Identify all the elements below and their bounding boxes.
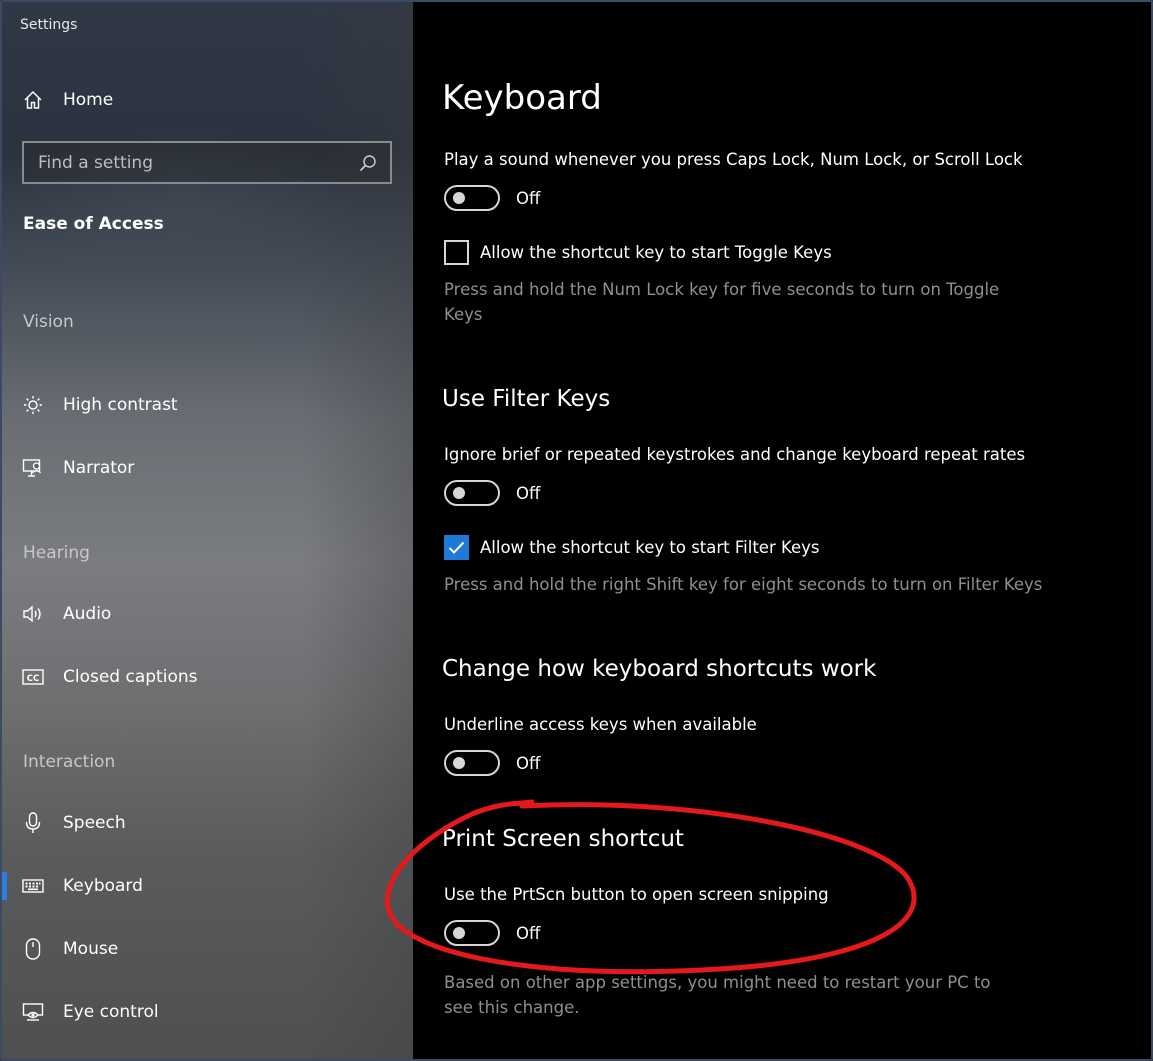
sidebar-item-label: High contrast xyxy=(63,395,178,415)
filter-keys-shortcut-description: Press and hold the right Shift key for e… xyxy=(444,575,1043,594)
sidebar-item-speech[interactable]: Speech xyxy=(2,803,413,843)
search-icon[interactable] xyxy=(356,154,380,172)
category-title: Ease of Access xyxy=(23,214,164,234)
toggle-switch[interactable] xyxy=(444,185,500,211)
home-label: Home xyxy=(63,90,114,110)
print-screen-description: Based on other app settings, you might n… xyxy=(444,973,991,1017)
sidebar-item-label: Speech xyxy=(63,813,126,833)
print-screen-label: Use the PrtScn button to open screen sni… xyxy=(444,885,829,904)
mouse-icon xyxy=(22,938,44,960)
checkbox[interactable] xyxy=(444,535,469,560)
toggle-keys-shortcut-description: Press and hold the Num Lock key for five… xyxy=(444,280,1000,324)
sidebar-item-mouse[interactable]: Mouse xyxy=(2,929,413,969)
home-icon xyxy=(22,89,44,111)
sidebar-item-eye-control[interactable]: Eye control xyxy=(2,992,413,1032)
settings-window: Settings Home Ease of Access Vision High… xyxy=(0,0,1153,1061)
section-vision: Vision xyxy=(23,312,74,332)
home-nav-item[interactable]: Home xyxy=(2,80,413,120)
section-interaction: Interaction xyxy=(23,752,116,772)
checkmark-icon xyxy=(448,541,465,554)
toggle-state: Off xyxy=(516,188,541,208)
toggle-knob xyxy=(453,192,465,204)
speaker-icon xyxy=(22,603,44,625)
sidebar-item-label: Audio xyxy=(63,604,112,624)
sidebar-item-keyboard[interactable]: Keyboard xyxy=(2,866,413,906)
toggle-knob xyxy=(453,757,465,769)
sidebar-item-label: Keyboard xyxy=(63,876,143,896)
print-screen-toggle[interactable]: Off xyxy=(444,920,540,946)
filter-keys-heading: Use Filter Keys xyxy=(442,386,611,412)
closed-captions-icon: CC xyxy=(22,666,44,688)
sidebar: Settings Home Ease of Access Vision High… xyxy=(2,2,413,1059)
page-title: Keyboard xyxy=(442,78,602,118)
toggle-state: Off xyxy=(516,753,541,773)
toggle-switch[interactable] xyxy=(444,750,500,776)
sidebar-item-narrator[interactable]: Narrator xyxy=(2,448,413,488)
toggle-keys-sound-toggle[interactable]: Off xyxy=(444,185,540,211)
toggle-state: Off xyxy=(516,923,541,943)
toggle-state: Off xyxy=(516,483,541,503)
keyboard-icon xyxy=(22,875,44,897)
toggle-keys-sound-label: Play a sound whenever you press Caps Loc… xyxy=(444,150,1023,169)
checkbox-label: Allow the shortcut key to start Toggle K… xyxy=(480,243,832,262)
checkbox-label: Allow the shortcut key to start Filter K… xyxy=(480,538,820,557)
window-title: Settings xyxy=(20,17,78,33)
search-box[interactable] xyxy=(22,141,392,184)
underline-access-keys-toggle[interactable]: Off xyxy=(444,750,540,776)
toggle-switch[interactable] xyxy=(444,920,500,946)
filter-keys-label: Ignore brief or repeated keystrokes and … xyxy=(444,445,1026,464)
sidebar-item-label: Closed captions xyxy=(63,667,198,687)
toggle-switch[interactable] xyxy=(444,480,500,506)
sidebar-item-audio[interactable]: Audio xyxy=(2,594,413,634)
checkbox[interactable] xyxy=(444,240,469,265)
sidebar-item-label: Narrator xyxy=(63,458,135,478)
sidebar-item-label: Mouse xyxy=(63,939,119,959)
eye-control-icon xyxy=(22,1001,44,1023)
microphone-icon xyxy=(22,812,44,834)
toggle-knob xyxy=(453,927,465,939)
underline-access-keys-label: Underline access keys when available xyxy=(444,715,757,734)
svg-text:CC: CC xyxy=(27,674,39,684)
toggle-knob xyxy=(453,487,465,499)
filter-keys-shortcut-checkbox[interactable]: Allow the shortcut key to start Filter K… xyxy=(444,535,820,560)
section-hearing: Hearing xyxy=(23,543,90,563)
filter-keys-toggle[interactable]: Off xyxy=(444,480,540,506)
main-content: Keyboard Play a sound whenever you press… xyxy=(413,2,1151,1059)
shortcuts-heading: Change how keyboard shortcuts work xyxy=(442,656,877,682)
sidebar-item-label: Eye control xyxy=(63,1002,159,1022)
print-screen-heading: Print Screen shortcut xyxy=(442,826,684,852)
sun-icon xyxy=(22,394,44,416)
toggle-keys-shortcut-checkbox[interactable]: Allow the shortcut key to start Toggle K… xyxy=(444,240,832,265)
sidebar-item-closed-captions[interactable]: CC Closed captions xyxy=(2,657,413,697)
sidebar-item-high-contrast[interactable]: High contrast xyxy=(2,385,413,425)
search-input[interactable] xyxy=(24,152,356,173)
narrator-icon xyxy=(22,457,44,479)
